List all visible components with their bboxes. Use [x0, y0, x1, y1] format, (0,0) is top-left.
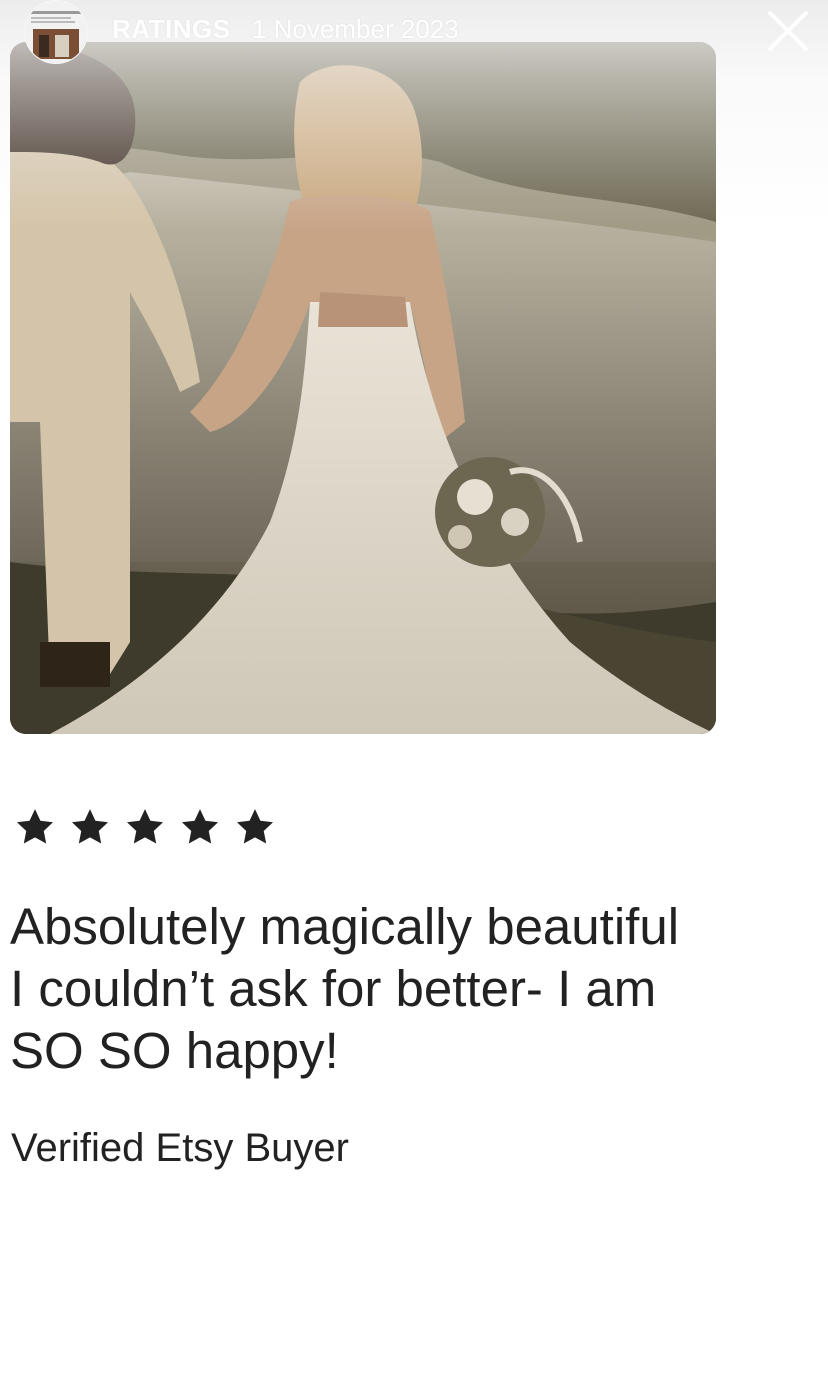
- avatar-image: [25, 1, 87, 63]
- story-header: RATINGS 1 November 2023: [0, 0, 828, 64]
- close-icon: [768, 11, 808, 51]
- star-icon: [236, 809, 274, 844]
- reviewer-name: Verified Etsy Buyer: [11, 1126, 349, 1170]
- review-text: Absolutely magically beautiful I couldn’…: [10, 898, 680, 1079]
- close-button[interactable]: [766, 9, 810, 53]
- star-icon: [126, 809, 164, 844]
- story-title: RATINGS: [112, 14, 231, 44]
- review-photo-image: [10, 42, 716, 734]
- avatar[interactable]: [24, 0, 88, 64]
- story-date: 1 November 2023: [252, 14, 459, 44]
- star-icon: [16, 809, 54, 844]
- review-photo[interactable]: [10, 42, 716, 734]
- star-icon: [71, 809, 109, 844]
- star-icon: [181, 809, 219, 844]
- star-rating: [14, 806, 276, 848]
